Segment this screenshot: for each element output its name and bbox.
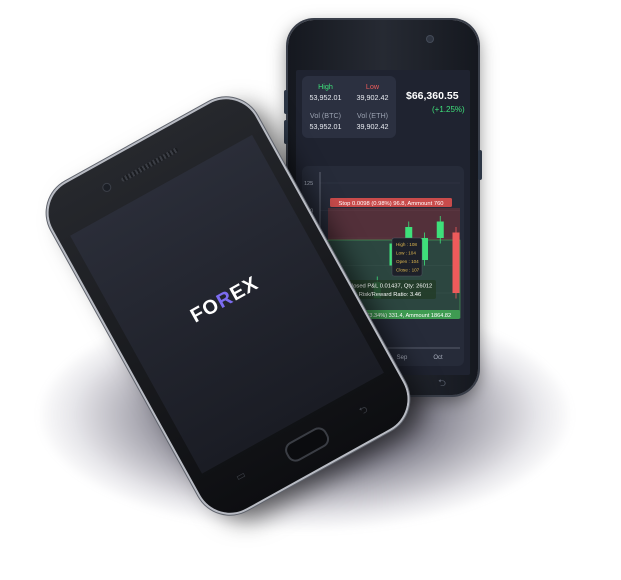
home-button[interactable]	[281, 424, 333, 465]
stop-label: Stop 0.0098 (0.98%) 96.8, Ammount 760	[338, 201, 443, 207]
menu-icon[interactable]: ▭	[234, 469, 248, 483]
vol-btc-cell: Vol (BTC) 53,952.01	[302, 111, 349, 131]
high-cell: High 53,952.01	[302, 82, 349, 102]
risk-reward-label: Risk/Reward Ratio: 3.46	[359, 292, 422, 298]
tooltip-open: Open : 104	[396, 259, 419, 264]
stats-panel: High 53,952.01 Low 39,902.42 Vol (BTC) 5…	[302, 76, 396, 138]
vol-btc-value: 53,952.01	[309, 122, 342, 131]
candle-body[interactable]	[436, 221, 444, 239]
y-tick-label: 125	[304, 181, 313, 187]
tooltip-high: High : 108	[396, 242, 417, 247]
high-label: High	[318, 82, 333, 91]
candle-body[interactable]	[452, 232, 460, 294]
power-button	[478, 150, 482, 180]
tooltip-close: Close : 107	[396, 268, 420, 273]
x-tick-label: Oct	[433, 355, 443, 361]
low-cell: Low 39,902.42	[349, 82, 396, 102]
low-value: 39,902.42	[356, 93, 389, 102]
camera-icon	[427, 36, 433, 42]
current-price: $66,360.55	[406, 90, 459, 102]
back-arrow-icon[interactable]: ⮌	[357, 402, 372, 421]
low-label: Low	[365, 82, 380, 91]
earpiece-speaker	[120, 147, 179, 183]
x-tick-label: Sep	[397, 355, 408, 361]
vol-eth-value: 39,902.42	[356, 122, 389, 131]
tooltip-low: Low : 104	[396, 251, 416, 256]
vol-btc-label: Vol (BTC)	[309, 111, 342, 120]
volume-button	[284, 90, 288, 114]
forex-logo: FOREX	[128, 240, 321, 361]
vol-eth-cell: Vol (ETH) 39,902.42	[349, 111, 396, 131]
volume-button	[284, 120, 288, 144]
pnl-label: Closed P&L 0.01437, Qty: 26012	[348, 284, 433, 290]
price-change: (+1.25%)	[432, 105, 465, 114]
vol-eth-label: Vol (ETH)	[356, 111, 389, 120]
high-value: 53,952.01	[309, 93, 342, 102]
front-camera-icon	[102, 182, 112, 193]
back-arrow-icon[interactable]: ⮌	[438, 376, 446, 393]
